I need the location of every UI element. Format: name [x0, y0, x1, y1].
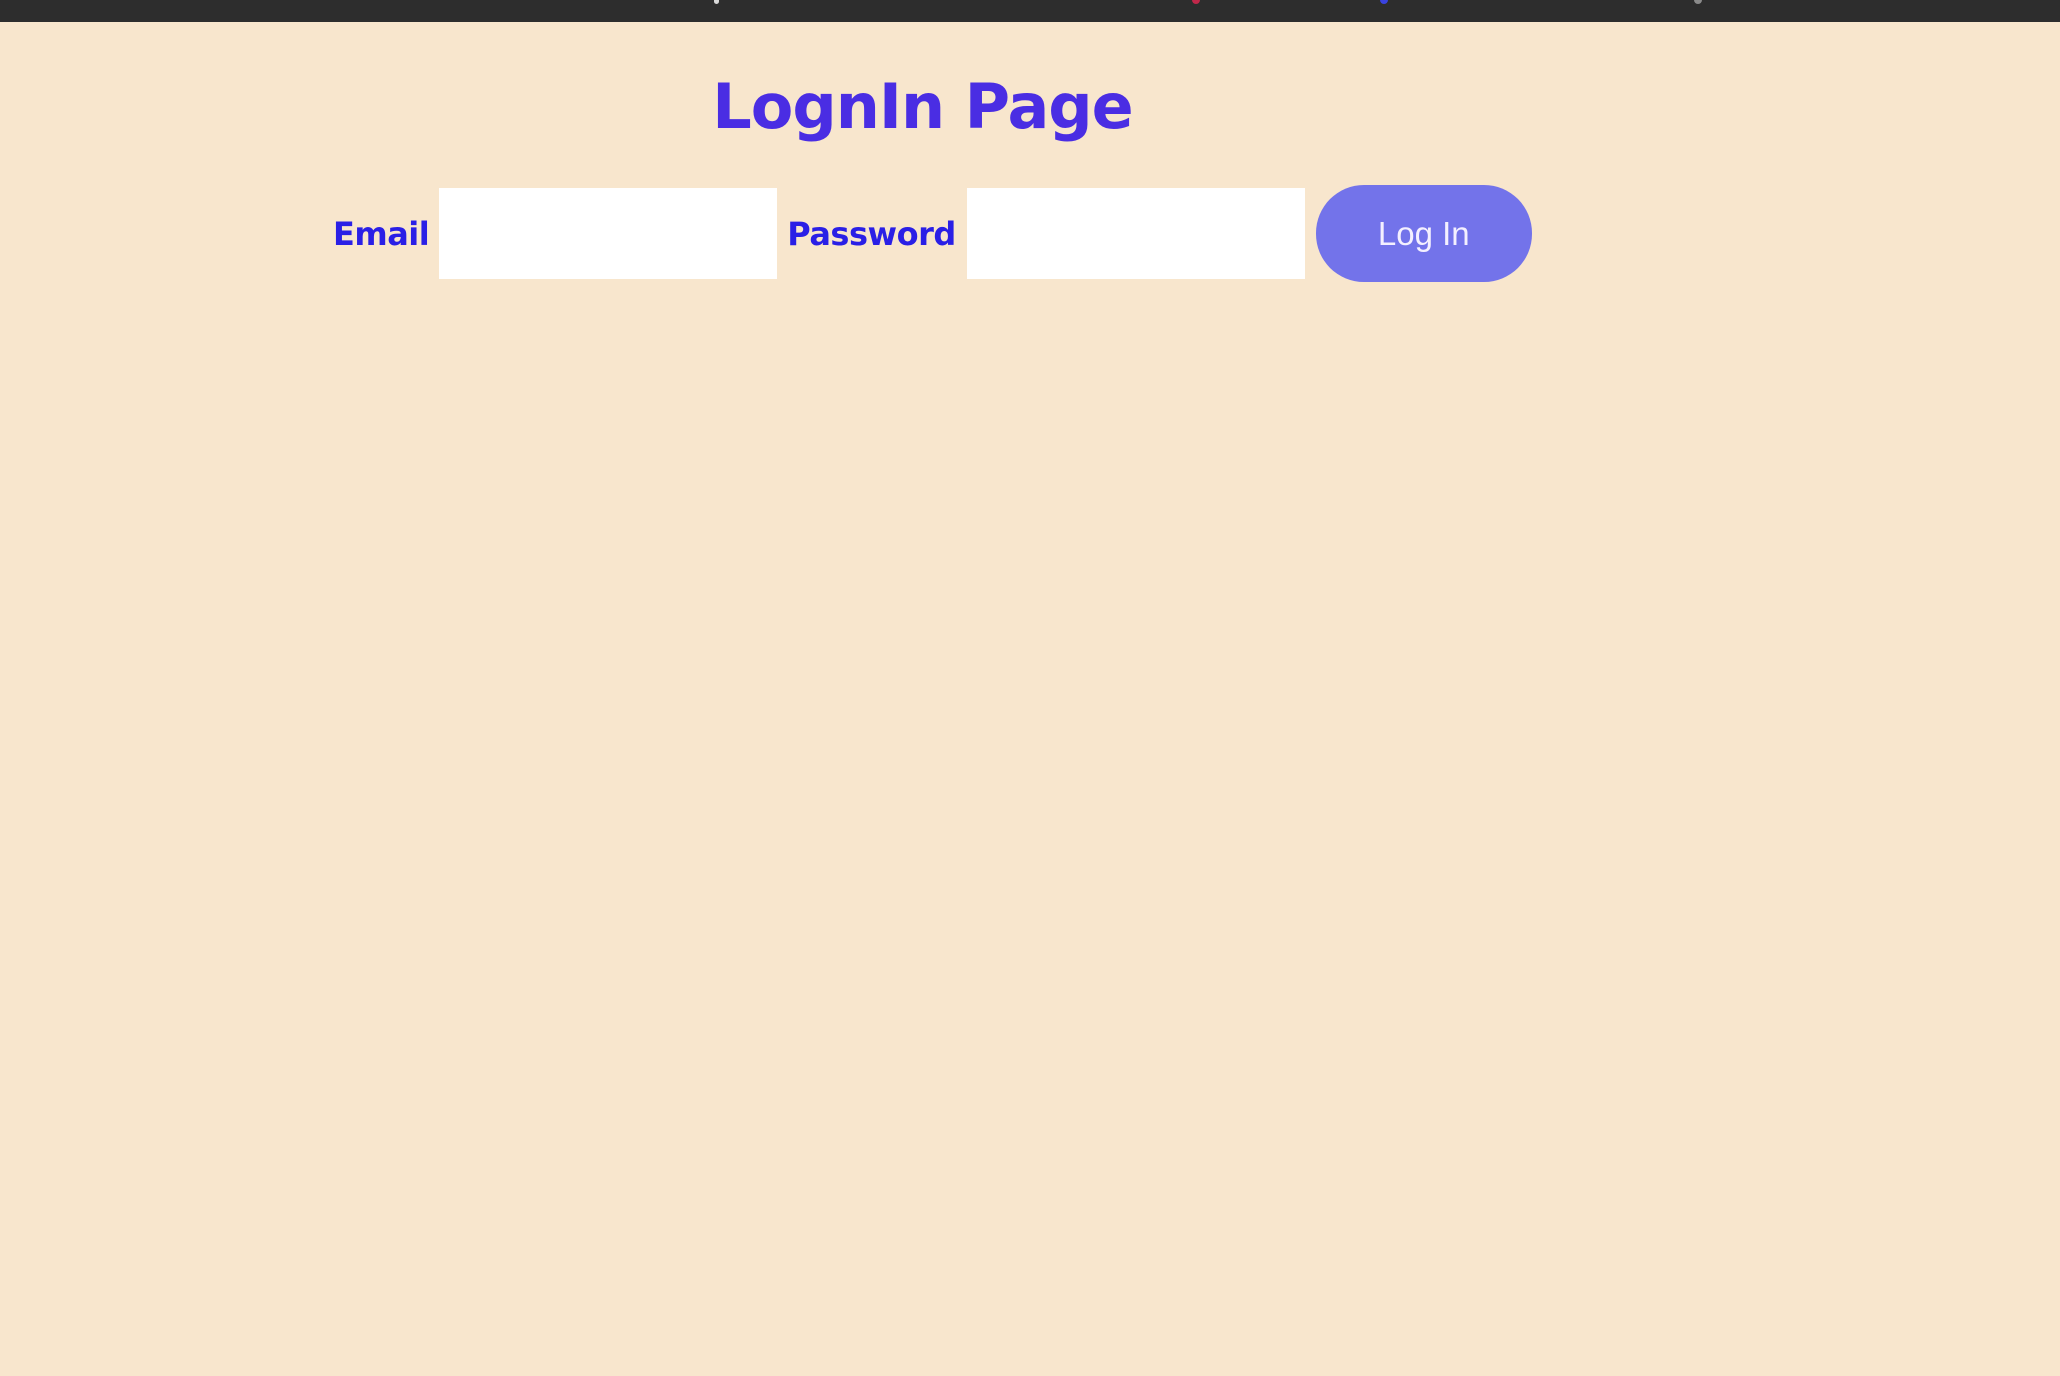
password-label: Password: [787, 214, 956, 253]
email-label: Email: [333, 214, 430, 253]
email-field[interactable]: [439, 188, 778, 279]
top-bar-icon: [714, 0, 719, 4]
page-title: LognIn Page: [712, 70, 1133, 143]
top-bar-icon: [1694, 0, 1702, 4]
top-bar-icon: [1192, 0, 1200, 4]
password-field[interactable]: [966, 188, 1305, 279]
login-button[interactable]: Log In: [1315, 185, 1532, 282]
login-form: Email Password Log In: [333, 185, 1532, 282]
browser-top-bar: [0, 0, 2060, 22]
top-bar-icon: [1380, 0, 1388, 4]
